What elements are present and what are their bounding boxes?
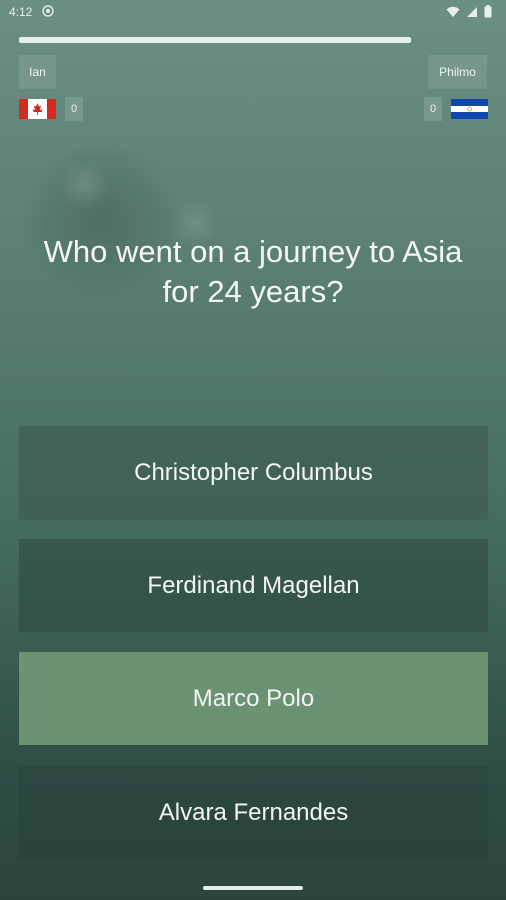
- signal-icon: [467, 6, 477, 17]
- player-right-name: Philmo: [428, 55, 487, 89]
- question-text: Who went on a journey to Asia for 24 yea…: [43, 234, 463, 309]
- player-left-score: 0: [65, 97, 83, 121]
- decorative-bokeh: [60, 160, 110, 210]
- answer-option-2[interactable]: Ferdinand Magellan: [19, 539, 488, 632]
- player-left-name: Ian: [19, 55, 56, 89]
- answer-option-1[interactable]: Christopher Columbus: [19, 426, 488, 519]
- player-right-score: 0: [424, 97, 442, 121]
- status-bar: 4:12: [0, 0, 506, 26]
- timer-progress-bar: [19, 37, 411, 43]
- status-time: 4:12: [9, 5, 33, 19]
- app-notification-icon: [42, 5, 54, 17]
- home-indicator[interactable]: [203, 886, 303, 890]
- status-icons: [446, 5, 492, 18]
- answer-option-3-highlighted[interactable]: Marco Polo: [19, 652, 488, 745]
- wifi-icon: [446, 6, 460, 17]
- battery-icon: [484, 5, 492, 18]
- el-salvador-flag-icon: [451, 99, 488, 119]
- answer-option-4[interactable]: Alvara Fernandes: [19, 766, 488, 859]
- canada-flag-icon: [19, 99, 56, 119]
